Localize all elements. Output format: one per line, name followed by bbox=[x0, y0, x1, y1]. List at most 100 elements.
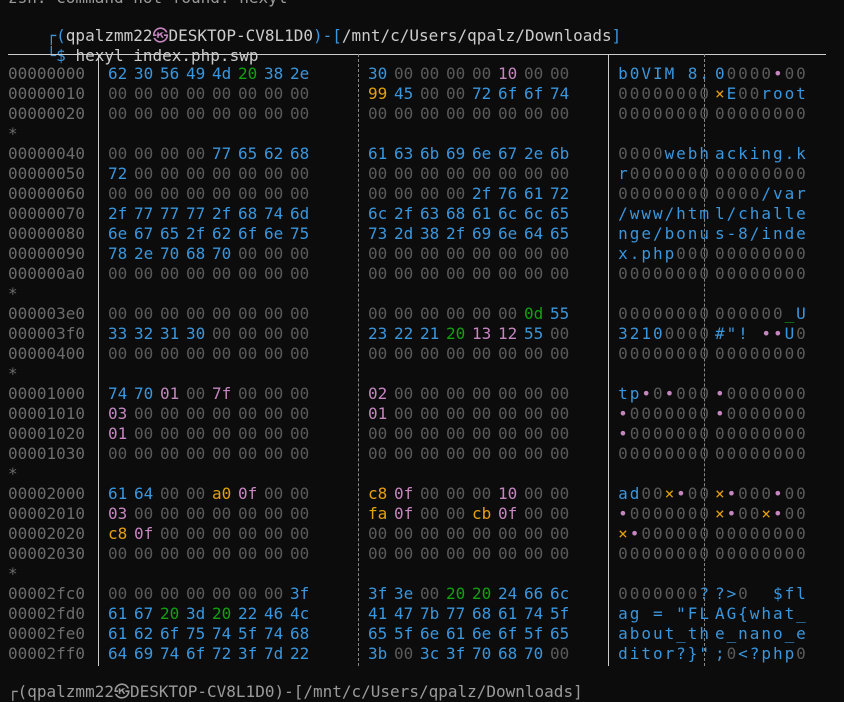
ascii-char: 0 bbox=[726, 544, 737, 563]
ascii-char: 0 bbox=[652, 544, 663, 563]
ascii-char: 0 bbox=[749, 544, 760, 563]
hexdump-skip-marker: * bbox=[8, 464, 838, 484]
hex-byte: 00 bbox=[446, 344, 466, 363]
ascii-char: 0 bbox=[714, 544, 725, 563]
ascii-char: 0 bbox=[652, 484, 663, 503]
hex-byte: 5f bbox=[238, 624, 258, 643]
hex-byte: 00 bbox=[524, 484, 544, 503]
hex-byte: 00 bbox=[290, 244, 310, 263]
hex-byte: 00 bbox=[238, 344, 258, 363]
ascii-char: 0 bbox=[749, 184, 760, 203]
row-offset: 00002010 bbox=[8, 504, 86, 523]
hex-byte: 00 bbox=[108, 144, 128, 163]
hexdump-row: 00000090 78 2e 70 68 70 00 00 00 00 00 00 00 00 00 00 00… bbox=[8, 244, 838, 264]
hex-byte: 74 bbox=[212, 624, 232, 643]
ascii-char: 0 bbox=[699, 444, 709, 463]
ascii-char: 0 bbox=[714, 244, 725, 263]
ascii-char: u bbox=[699, 224, 709, 243]
ascii-char: • bbox=[726, 484, 737, 503]
hex-byte: 00 bbox=[446, 444, 466, 463]
hex-byte: 75 bbox=[186, 624, 206, 643]
skip-star: * bbox=[8, 364, 18, 383]
hex-byte: 6c bbox=[498, 204, 518, 223]
ascii-char: 0 bbox=[714, 184, 725, 203]
hex-byte: 00 bbox=[160, 104, 180, 123]
ascii-char: 8 bbox=[687, 64, 698, 83]
ascii-char: d bbox=[629, 484, 640, 503]
ascii-char: 0 bbox=[772, 244, 783, 263]
ascii-char: $ bbox=[772, 584, 783, 603]
ascii-char: m bbox=[699, 204, 709, 223]
hex-byte: 00 bbox=[186, 264, 206, 283]
hex-byte: 20 bbox=[446, 324, 466, 343]
hexdump-row: 00000400 00 00 00 00 00 00 00 00 00 00 00 00 00 00 00 00… bbox=[8, 344, 838, 364]
ascii-char: 0 bbox=[652, 304, 663, 323]
hex-byte: 00 bbox=[264, 324, 284, 343]
ascii-char: t bbox=[618, 384, 628, 403]
ascii-char: • bbox=[761, 324, 771, 343]
hex-byte: 00 bbox=[446, 304, 466, 323]
ascii-char: 0 bbox=[738, 104, 748, 123]
hex-byte: 6f bbox=[238, 224, 258, 243]
hex-byte: 69 bbox=[446, 144, 466, 163]
ascii-char: 0 bbox=[641, 344, 651, 363]
hex-byte: 6c bbox=[550, 584, 570, 603]
ascii-char: 0 bbox=[796, 404, 806, 423]
hex-byte: 00 bbox=[160, 584, 180, 603]
hex-byte: 00 bbox=[394, 64, 414, 83]
hexdump-skip-marker: * bbox=[8, 124, 838, 144]
ascii-char: 0 bbox=[699, 404, 709, 423]
hex-byte: 00 bbox=[238, 524, 258, 543]
hex-byte: 00 bbox=[420, 244, 440, 263]
hex-byte: 00 bbox=[186, 384, 206, 403]
hex-byte: 00 bbox=[160, 444, 180, 463]
ascii-char: 0 bbox=[738, 264, 748, 283]
ascii-char: p bbox=[664, 244, 675, 263]
ascii-char: 0 bbox=[738, 344, 748, 363]
hex-byte: 6d bbox=[290, 204, 310, 223]
hex-byte: 00 bbox=[238, 384, 258, 403]
hex-byte: 00 bbox=[264, 404, 284, 423]
hex-byte: 00 bbox=[498, 344, 518, 363]
hex-byte: 00 bbox=[212, 84, 232, 103]
ascii-char bbox=[750, 324, 760, 344]
row-offset: 000000a0 bbox=[8, 264, 86, 283]
ascii-char: 0 bbox=[676, 324, 686, 343]
ascii-char: l bbox=[796, 584, 806, 603]
ascii-char: 0 bbox=[772, 164, 783, 183]
ascii-char: 0 bbox=[784, 404, 795, 423]
hex-byte: 77 bbox=[160, 204, 180, 223]
ascii-char: { bbox=[738, 604, 748, 623]
hexdump-row: 000000a0 00 00 00 00 00 00 00 00 00 00 00 00 00 00 00 00… bbox=[8, 264, 838, 284]
ascii-char: 0 bbox=[796, 64, 806, 83]
ascii-char: 0 bbox=[641, 444, 651, 463]
hex-byte: 65 bbox=[550, 624, 570, 643]
ascii-char: 0 bbox=[629, 584, 640, 603]
ascii-char: 0 bbox=[714, 64, 725, 83]
ascii-char: 0 bbox=[641, 424, 651, 443]
hex-byte: 00 bbox=[238, 164, 258, 183]
hex-byte: 00 bbox=[264, 524, 284, 543]
ascii-char: a bbox=[784, 184, 795, 203]
ascii-char: 0 bbox=[772, 384, 783, 403]
ascii-char: A bbox=[714, 604, 725, 623]
ascii-char: 0 bbox=[676, 304, 686, 323]
ascii-char: 0 bbox=[629, 64, 640, 83]
ascii-char: / bbox=[618, 204, 628, 223]
ascii-char: . bbox=[629, 244, 640, 263]
hex-byte: 00 bbox=[212, 324, 232, 343]
ascii-char: • bbox=[772, 504, 783, 523]
ascii-char: 0 bbox=[664, 524, 675, 543]
hexdump-row: 00001000 74 70 01 00 7f 00 00 00 02 00 00 00 00 00 00 00… bbox=[8, 384, 838, 404]
hex-byte: 00 bbox=[290, 184, 310, 203]
ascii-char: 0 bbox=[796, 104, 806, 123]
terminal-window[interactable]: zsh: command not found: hexyl ┌(qpalzmm2… bbox=[0, 0, 844, 701]
hex-byte: 72 bbox=[550, 184, 570, 203]
ascii-char: 0 bbox=[699, 344, 709, 363]
hex-byte: 6b bbox=[550, 144, 570, 163]
hex-byte: 6e bbox=[472, 624, 492, 643]
hex-byte: 00 bbox=[394, 164, 414, 183]
ascii-char: h bbox=[761, 604, 771, 623]
hex-byte: 00 bbox=[186, 424, 206, 443]
ascii-char: t bbox=[687, 204, 698, 223]
